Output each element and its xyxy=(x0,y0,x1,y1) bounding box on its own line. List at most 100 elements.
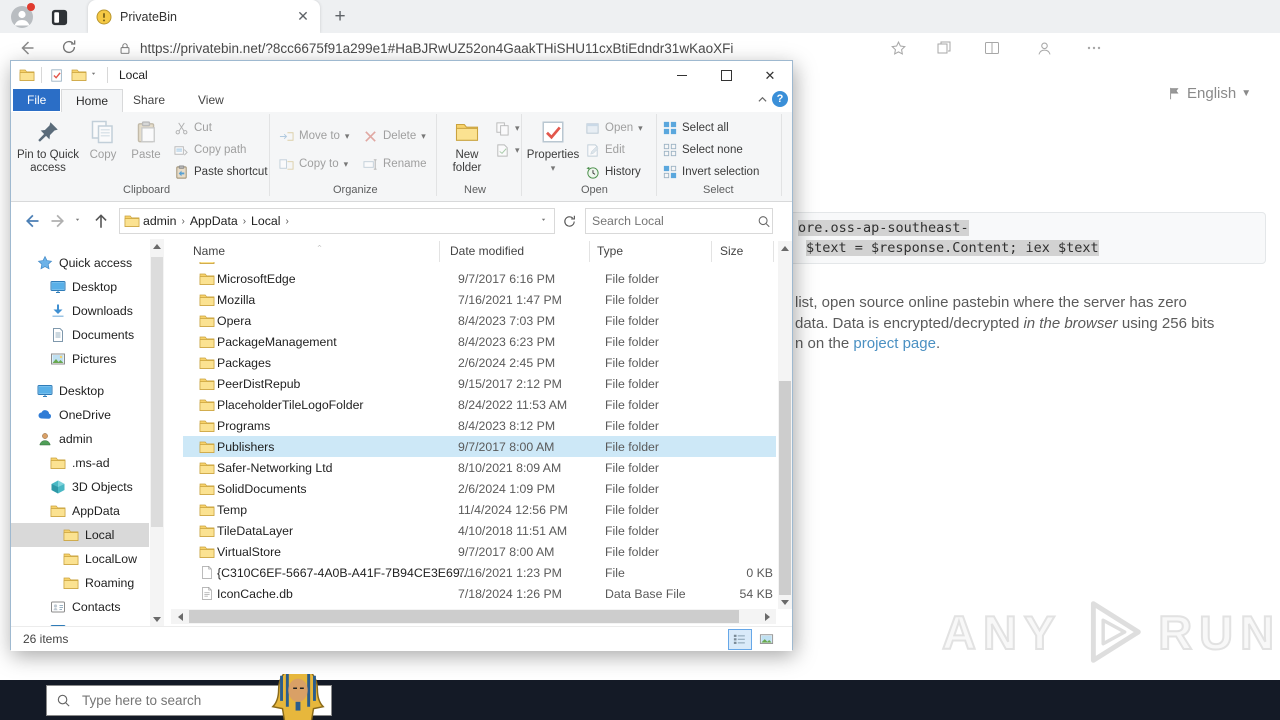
nav-back-icon[interactable] xyxy=(21,211,41,231)
nav-up-icon[interactable] xyxy=(91,211,111,231)
pin-to-quick-access-button[interactable]: Pin to Quick access xyxy=(17,114,79,175)
scroll-up-arrow-icon[interactable] xyxy=(150,239,164,253)
history-button[interactable]: History xyxy=(585,162,641,182)
browser-back-icon[interactable] xyxy=(16,38,36,58)
sidebar-item--ms-ad[interactable]: .ms-ad xyxy=(11,451,149,475)
help-button[interactable]: ? xyxy=(772,91,788,107)
qat-new-folder-icon[interactable] xyxy=(71,67,87,83)
minimize-button[interactable] xyxy=(660,61,704,89)
file-row[interactable]: Mozilla 7/16/2021 1:47 PM File folder xyxy=(183,289,776,310)
ribbon-tab-file[interactable]: File xyxy=(13,89,61,111)
move-to-button[interactable]: Move to ▾ xyxy=(279,126,349,146)
select-all-button[interactable]: Select all xyxy=(663,118,729,138)
sidebar-item-contacts[interactable]: Contacts xyxy=(11,595,149,619)
sidebar-item-desktop[interactable]: Desktop xyxy=(11,619,149,626)
sidebar-item-desktop[interactable]: Desktop xyxy=(11,379,149,403)
file-row[interactable]: VirtualStore 9/7/2017 8:00 AM File folder xyxy=(183,541,776,562)
breadcrumb-local[interactable]: Local xyxy=(248,214,283,228)
new-tab-button[interactable]: + xyxy=(330,7,350,27)
file-row[interactable]: {C310C6EF-5667-4A0B-A41F-7B94CE3E69... 7/… xyxy=(183,562,776,583)
sidebar-item-admin[interactable]: admin xyxy=(11,427,149,451)
browser-reload-icon[interactable] xyxy=(60,38,80,58)
tab-close-icon[interactable]: ✕ xyxy=(294,8,312,25)
nav-forward-icon[interactable] xyxy=(49,211,69,231)
select-none-button[interactable]: Select none xyxy=(663,140,743,160)
favorites-star-icon[interactable] xyxy=(890,40,908,58)
sidebar-scroll-thumb[interactable] xyxy=(151,257,163,527)
horizontal-scroll-thumb[interactable] xyxy=(189,610,739,623)
address-dropdown-chevron-icon[interactable] xyxy=(541,217,550,226)
sidebar-item-roaming[interactable]: Roaming xyxy=(11,571,149,595)
file-row[interactable]: Packages 2/6/2024 2:45 PM File folder xyxy=(183,352,776,373)
paste-button[interactable]: Paste xyxy=(125,114,167,162)
split-window-icon[interactable] xyxy=(984,40,1002,58)
qat-customize-chevron-icon[interactable] xyxy=(91,71,100,80)
new-item-button[interactable]: ▾ xyxy=(495,118,520,138)
file-row[interactable]: TileDataLayer 4/10/2018 11:51 AM File fold… xyxy=(183,520,776,541)
ribbon-tab-view[interactable]: View xyxy=(184,89,238,111)
delete-button[interactable]: Delete ▾ xyxy=(363,126,426,146)
browser-profile-icon[interactable] xyxy=(1036,40,1054,58)
paste-shortcut-button[interactable]: Paste shortcut xyxy=(174,162,268,182)
breadcrumb-appdata[interactable]: AppData xyxy=(187,214,241,228)
copy-to-button[interactable]: Copy to ▾ xyxy=(279,154,348,174)
cut-button[interactable]: Cut xyxy=(174,118,212,138)
properties-button[interactable]: Properties ▾ xyxy=(527,114,579,175)
project-page-link[interactable]: project page xyxy=(853,335,936,352)
address-bar-url[interactable]: https://privatebin.net/?8cc6675f91a299e1… xyxy=(140,41,870,56)
file-row[interactable]: IconCache.db 7/18/2024 1:26 PM Data Base F… xyxy=(183,583,776,604)
refresh-icon[interactable] xyxy=(561,213,577,229)
file-row[interactable]: PlaceholderTileLogoFolder 8/24/2022 11:53… xyxy=(183,394,776,415)
sidebar-item-onedrive[interactable]: OneDrive xyxy=(11,403,149,427)
file-row[interactable]: Opera 8/4/2023 7:03 PM File folder xyxy=(183,310,776,331)
invert-selection-button[interactable]: Invert selection xyxy=(663,162,759,182)
breadcrumb-admin[interactable]: admin xyxy=(140,214,180,228)
scroll-up-arrow-icon[interactable] xyxy=(778,241,792,255)
file-row[interactable]: PackageManagement 8/4/2023 6:23 PM File fo… xyxy=(183,331,776,352)
column-header-name[interactable]: Name xyxy=(193,244,225,258)
sidebar-item-local[interactable]: Local xyxy=(11,523,149,547)
qat-properties-icon[interactable] xyxy=(49,67,65,83)
browser-menu-icon[interactable] xyxy=(1086,40,1104,58)
search-icon[interactable] xyxy=(757,214,771,228)
file-list-scroll-thumb[interactable] xyxy=(779,381,791,595)
sidebar-item-quick-access[interactable]: Quick access xyxy=(11,251,149,275)
language-selector[interactable]: English ▼ xyxy=(1168,85,1251,102)
sidebar-item-3d-objects[interactable]: 3D Objects xyxy=(11,475,149,499)
file-list-scrollbar[interactable] xyxy=(778,241,792,609)
scroll-down-arrow-icon[interactable] xyxy=(150,612,164,626)
maximize-button[interactable] xyxy=(704,61,748,89)
close-button[interactable]: ✕ xyxy=(748,61,792,89)
column-header-date[interactable]: Date modified xyxy=(450,244,524,258)
sidebar-item-downloads[interactable]: Downloads xyxy=(11,299,149,323)
sidebar-item-pictures[interactable]: Pictures xyxy=(11,347,149,371)
new-folder-button[interactable]: New folder xyxy=(443,114,491,175)
nav-recent-chevron-icon[interactable] xyxy=(73,211,85,231)
open-button[interactable]: Open ▾ xyxy=(585,118,643,138)
edit-button[interactable]: Edit xyxy=(585,140,625,160)
file-row[interactable]: Programs 8/4/2023 8:12 PM File folder xyxy=(183,415,776,436)
sidebar-item-appdata[interactable]: AppData xyxy=(11,499,149,523)
column-header-type[interactable]: Type xyxy=(597,244,623,258)
browser-tab-privatebin[interactable]: PrivateBin ✕ xyxy=(88,0,320,33)
explorer-title-bar[interactable]: Local ✕ xyxy=(11,61,792,89)
file-row[interactable]: Safer-Networking Ltd 8/10/2021 8:09 AM Fil… xyxy=(183,457,776,478)
rename-button[interactable]: Rename xyxy=(363,154,426,174)
file-row[interactable]: PeerDistRepub 9/15/2017 2:12 PM File folde… xyxy=(183,373,776,394)
breadcrumb[interactable]: admin › AppData › Local › xyxy=(119,208,555,234)
search-box[interactable] xyxy=(585,208,773,234)
collapse-ribbon-icon[interactable] xyxy=(756,94,768,104)
sidebar-scrollbar[interactable] xyxy=(150,239,164,626)
file-row[interactable]: MicrosoftEdge 9/7/2017 6:16 PM File folder xyxy=(183,268,776,289)
sidebar-item-locallow[interactable]: LocalLow xyxy=(11,547,149,571)
scroll-down-arrow-icon[interactable] xyxy=(778,595,792,609)
horizontal-scrollbar[interactable] xyxy=(171,609,776,624)
copy-button[interactable]: Copy xyxy=(83,114,123,162)
file-row[interactable]: Temp 11/4/2024 12:56 PM File folder xyxy=(183,499,776,520)
column-header-size[interactable]: Size xyxy=(720,244,743,258)
collections-icon[interactable] xyxy=(936,40,954,58)
easy-access-button[interactable]: ▾ xyxy=(495,140,520,160)
scroll-right-arrow-icon[interactable] xyxy=(760,610,774,624)
ribbon-tab-share[interactable]: Share xyxy=(119,89,179,111)
file-row[interactable]: Publishers 9/7/2017 8:00 AM File folder xyxy=(183,436,776,457)
